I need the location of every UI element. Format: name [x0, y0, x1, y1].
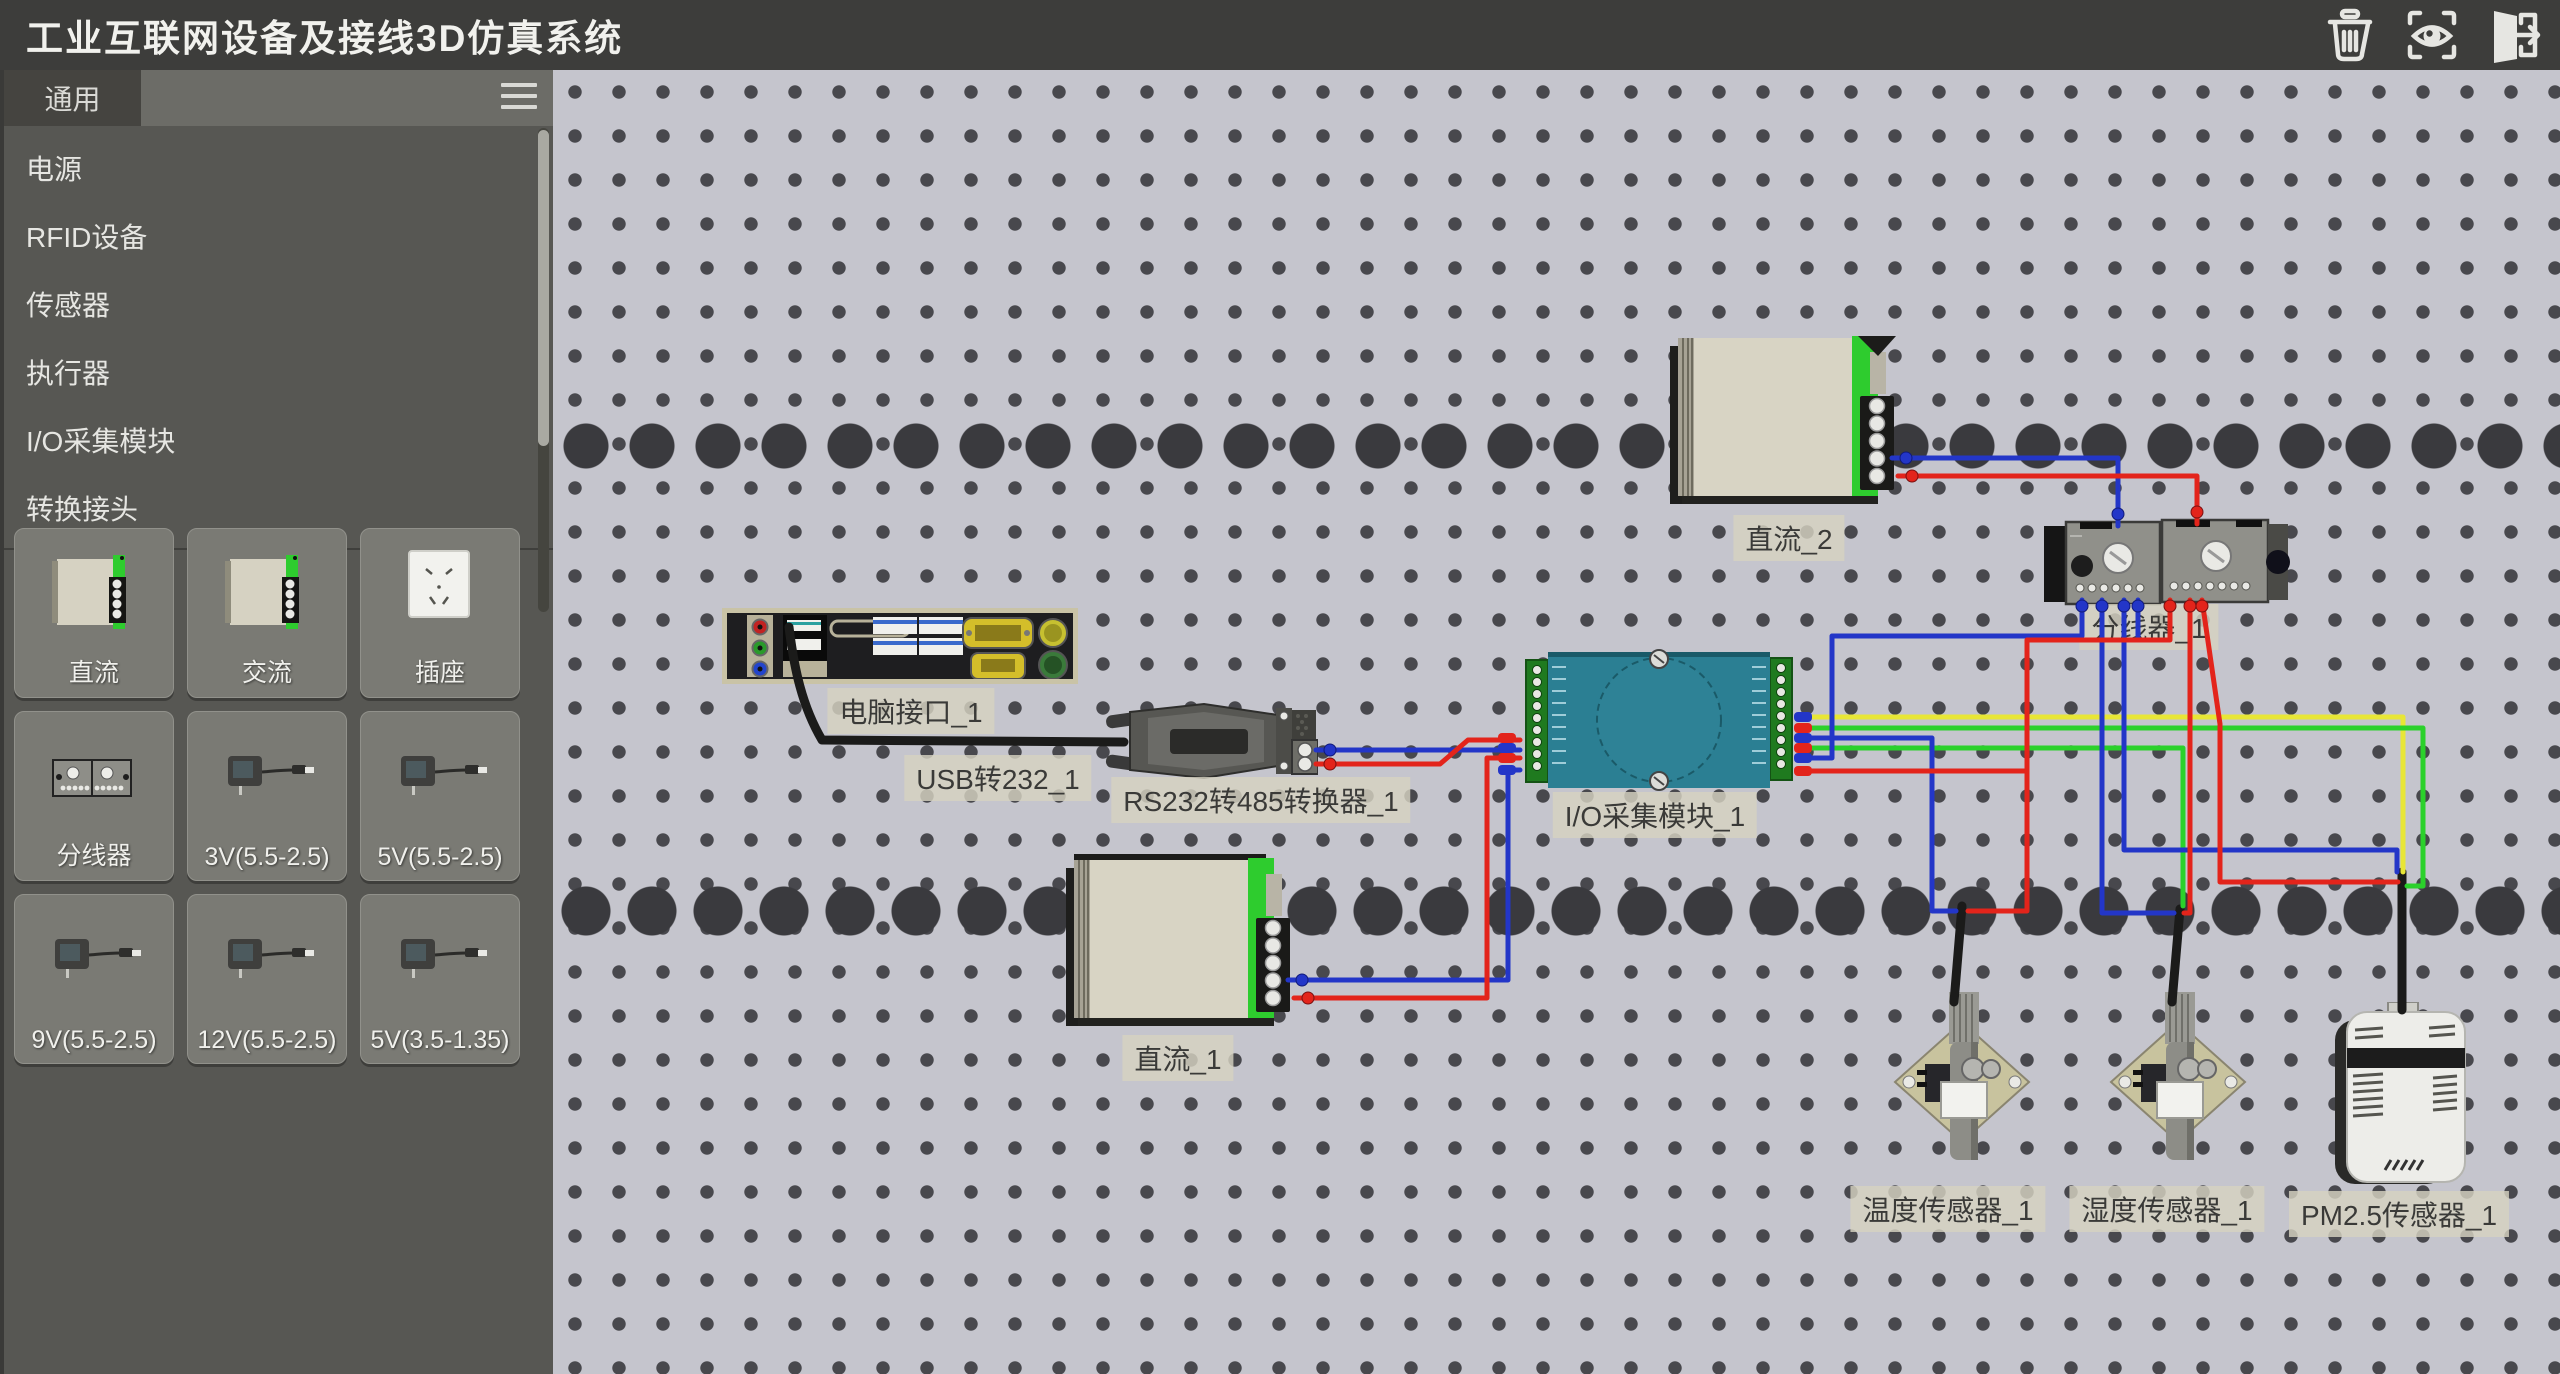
socket-thumb-icon — [385, 541, 495, 651]
component-card[interactable]: 5V(5.5-2.5) — [360, 711, 520, 881]
component-label: 插座 — [361, 653, 519, 689]
sidebar-category-label: I/O采集模块 — [26, 426, 175, 457]
device-humidity-sensor[interactable] — [2103, 970, 2253, 1185]
component-label: 分线器 — [15, 836, 173, 872]
component-card[interactable]: 分线器 — [14, 711, 174, 881]
component-card[interactable]: 交流 — [187, 528, 347, 698]
device-io-module[interactable] — [1516, 646, 1806, 796]
component-thumb — [188, 903, 346, 1021]
component-card[interactable]: 9V(5.5-2.5) — [14, 894, 174, 1064]
component-card[interactable]: 插座 — [360, 528, 520, 698]
device-temperature-sensor[interactable] — [1887, 970, 2037, 1185]
sidebar-category[interactable]: 传感器 — [4, 272, 553, 340]
toolbar-icons — [2322, 7, 2542, 63]
adapter-thumb-icon — [212, 907, 322, 1017]
probe-sensor-graphic — [2103, 970, 2253, 1180]
component-grid: 直流 交流 插座 分线器 3V — [14, 528, 547, 1064]
tab-general[interactable]: 通用 — [4, 70, 141, 126]
page-title: 工业互联网设备及接线3D仿真系统 — [26, 8, 623, 62]
device-dc-power-1[interactable] — [1058, 852, 1298, 1037]
power-module-thumb-icon — [39, 541, 149, 651]
adapter-thumb-icon — [385, 907, 495, 1017]
device-pc-interface[interactable] — [722, 608, 1078, 684]
component-card[interactable]: 直流 — [14, 528, 174, 698]
trash-icon[interactable] — [2322, 7, 2378, 63]
component-thumb — [15, 720, 173, 838]
component-label: 5V(5.5-2.5) — [361, 843, 519, 872]
device-label: USB转232_1 — [904, 755, 1091, 801]
device-label: 温度传感器_1 — [1850, 1186, 2045, 1232]
adapter-thumb-icon — [39, 907, 149, 1017]
component-label: 3V(5.5-2.5) — [188, 843, 346, 872]
sidebar-category[interactable]: RFID设备 — [4, 204, 553, 272]
component-thumb — [188, 720, 346, 838]
component-card[interactable]: 3V(5.5-2.5) — [187, 711, 347, 881]
sidebar-category[interactable]: 执行器 — [4, 340, 553, 408]
sidebar-category-label: 执行器 — [26, 358, 110, 389]
adapter-thumb-icon — [212, 724, 322, 834]
sidebar-category-label: 转换接头 — [26, 494, 138, 525]
sidebar-category[interactable]: 电源 — [4, 136, 553, 204]
component-label: 12V(5.5-2.5) — [188, 1026, 346, 1055]
adapter-thumb-icon — [385, 724, 495, 834]
category-list: 电源 RFID设备 传感器 执行器 I/O采集模块 转换接头 — [4, 126, 553, 544]
component-sidebar: 通用 电源 RFID设备 传感器 执行器 I/O采集模块 转换接头 直流 交流 — [0, 70, 553, 1374]
component-thumb — [361, 720, 519, 838]
device-dc-power-2[interactable] — [1662, 330, 1902, 515]
device-pm25-sensor[interactable] — [2333, 1002, 2483, 1197]
component-card[interactable]: 12V(5.5-2.5) — [187, 894, 347, 1064]
component-thumb — [15, 537, 173, 655]
sidebar-category-label: RFID设备 — [26, 222, 147, 253]
exit-icon[interactable] — [2486, 7, 2542, 63]
device-label: 湿度传感器_1 — [2069, 1186, 2264, 1232]
component-card[interactable]: 5V(3.5-1.35) — [360, 894, 520, 1064]
sidebar-category[interactable]: I/O采集模块 — [4, 408, 553, 476]
hamburger-icon[interactable] — [501, 83, 537, 113]
component-label: 5V(3.5-1.35) — [361, 1026, 519, 1055]
sidebar-tab-bar: 通用 — [4, 70, 553, 126]
device-label: 直流_1 — [1122, 1035, 1233, 1081]
sidebar-category-label: 电源 — [26, 154, 82, 185]
power-module-thumb-icon — [212, 541, 322, 651]
component-label: 直流 — [15, 653, 173, 689]
device-label: RS232转485转换器_1 — [1111, 777, 1410, 823]
sidebar-category-label: 传感器 — [26, 290, 110, 321]
component-label: 9V(5.5-2.5) — [15, 1026, 173, 1055]
component-thumb — [188, 537, 346, 655]
device-label: 直流_2 — [1733, 515, 1844, 561]
component-thumb — [361, 537, 519, 655]
device-label: 电脑接口_1 — [827, 688, 994, 734]
view-focus-icon[interactable] — [2404, 7, 2460, 63]
splitter-thumb-icon — [39, 724, 149, 834]
title-bar: 工业互联网设备及接线3D仿真系统 — [0, 0, 2560, 70]
device-rs232-485-converter[interactable] — [1104, 702, 1318, 782]
device-label: PM2.5传感器_1 — [2289, 1191, 2509, 1237]
device-label: I/O采集模块_1 — [1553, 792, 1757, 838]
device-label: 分线器_1 — [2079, 604, 2218, 650]
scrollbar-thumb[interactable] — [538, 130, 549, 446]
device-splitter[interactable] — [2040, 514, 2296, 614]
component-thumb — [15, 903, 173, 1021]
probe-sensor-graphic — [1887, 970, 2037, 1180]
component-label: 交流 — [188, 653, 346, 689]
component-thumb — [361, 903, 519, 1021]
